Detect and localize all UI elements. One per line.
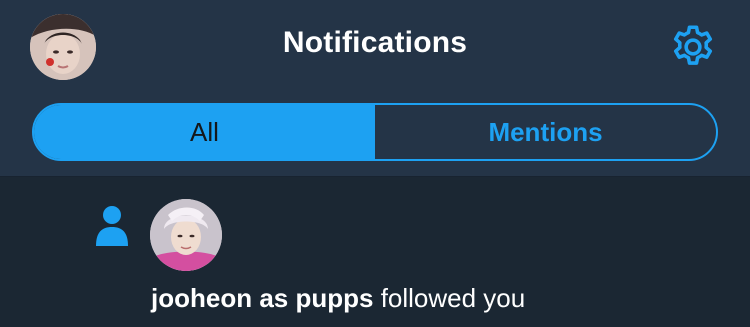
page-title: Notifications xyxy=(282,26,468,59)
notification-username[interactable]: jooheon as pupps xyxy=(151,283,373,313)
follower-avatar[interactable] xyxy=(150,199,222,271)
follower-avatar-image xyxy=(150,199,222,271)
settings-gear-icon[interactable] xyxy=(668,22,718,72)
notification-text: jooheon as pupps followed you xyxy=(151,283,525,314)
tab-mentions[interactable]: Mentions xyxy=(375,105,716,159)
notification-filter-tabs: All Mentions xyxy=(32,103,718,161)
person-icon xyxy=(94,204,130,246)
top-bar: Notifications All Mentions xyxy=(0,0,750,177)
notification-list: jooheon as pupps followed you xyxy=(0,177,750,327)
notification-action: followed you xyxy=(380,283,526,313)
tab-all[interactable]: All xyxy=(34,105,375,159)
